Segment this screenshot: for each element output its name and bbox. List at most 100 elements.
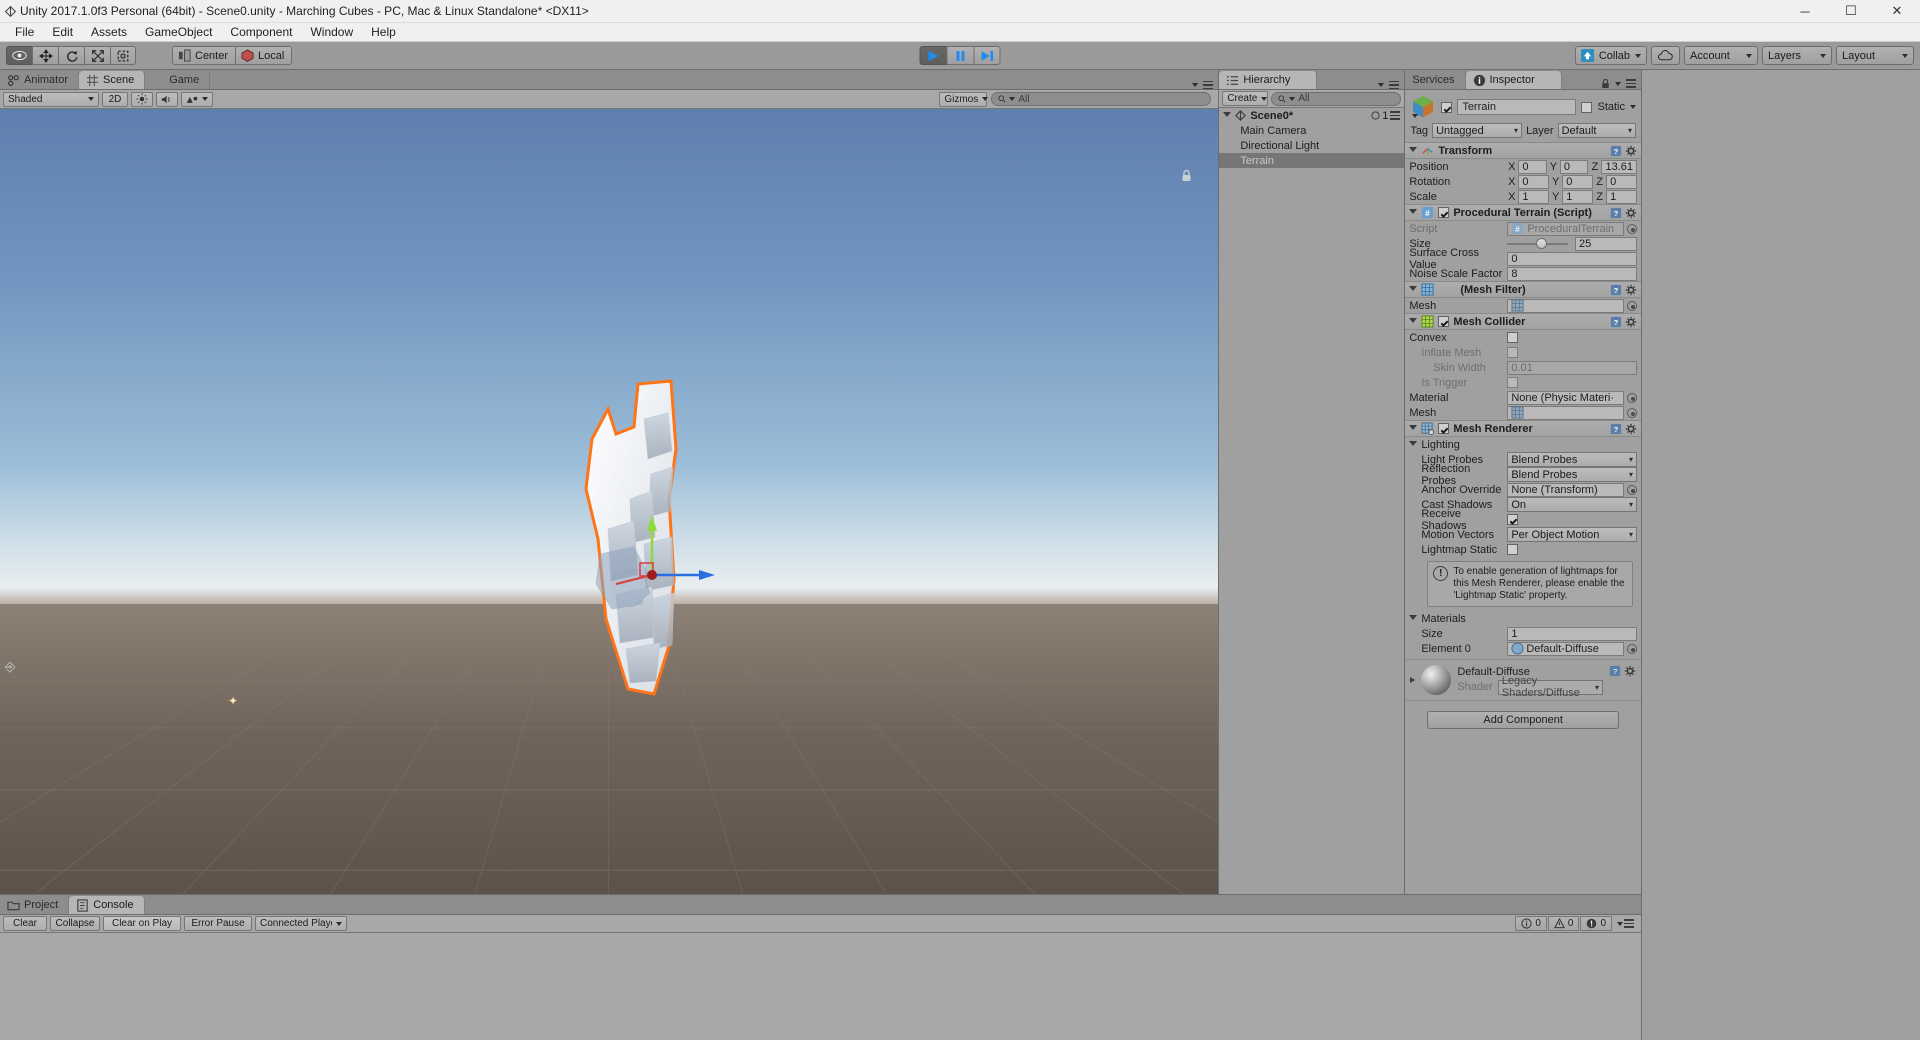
object-enabled-checkbox[interactable] [1441,101,1453,113]
scale-z-input[interactable]: 1 [1606,189,1637,204]
layout-button[interactable]: Layout [1836,46,1914,65]
menu-item-window[interactable]: Window [301,23,362,42]
scene-menu-icon[interactable] [1390,111,1401,120]
rotate-tool-button[interactable] [58,46,84,65]
info-count-badge[interactable]: 0 [1515,916,1547,931]
clear-button[interactable]: Clear [3,916,47,931]
scene-search-input[interactable]: All [991,92,1212,106]
collider-mesh-field[interactable] [1507,405,1624,420]
layer-dropdown[interactable]: Default ▾ [1557,123,1636,138]
chevron-down-icon[interactable] [1409,424,1418,433]
light-probes-dropdown[interactable]: Blend Probes ▾ [1507,452,1637,467]
chevron-down-icon[interactable] [1409,317,1418,326]
minimize-button[interactable]: ─ [1782,0,1828,23]
motion-vectors-dropdown[interactable]: Per Object Motion ▾ [1507,527,1637,542]
directional-light-gizmo[interactable]: ✦ [228,694,238,708]
chevron-right-icon[interactable] [1410,677,1416,683]
chevron-down-icon[interactable] [1409,614,1418,623]
object-picker-icon[interactable] [1627,407,1637,418]
chevron-down-icon[interactable] [1617,921,1623,926]
connected-player-dropdown[interactable]: Connected Playe [255,916,347,931]
scene-lighting-button[interactable] [131,91,153,107]
collapse-button[interactable]: Collapse [50,916,100,931]
draw-mode-dropdown[interactable]: Shaded [3,91,99,107]
menu-item-help[interactable]: Help [362,23,405,42]
chevron-down-icon[interactable] [1630,105,1636,109]
hierarchy-item-directional-light[interactable]: Directional Light [1219,138,1404,153]
hierarchy-item-main-camera[interactable]: Main Camera [1219,123,1404,138]
tab-scene[interactable]: Scene [79,71,146,89]
main-camera-gizmo[interactable]: ⎆ [5,659,15,675]
rotation-y-input[interactable]: 0 [1562,174,1594,189]
chevron-down-icon[interactable] [1409,146,1418,155]
lighting-foldout[interactable]: Lighting [1405,437,1641,452]
maximize-button[interactable]: ☐ [1828,0,1874,23]
size-input[interactable]: 25 [1575,236,1637,251]
tab-console[interactable]: Console [69,896,145,914]
lightmap-static-checkbox[interactable] [1507,544,1519,555]
move-gizmo[interactable] [610,489,740,619]
account-button[interactable]: Account [1684,46,1758,65]
menu-item-gameobject[interactable]: GameObject [136,23,221,42]
pivot-rotation-button[interactable]: Local [235,46,293,65]
menu-item-edit[interactable]: Edit [43,23,82,42]
rotation-z-input[interactable]: 0 [1606,174,1637,189]
gear-icon[interactable] [1625,423,1637,435]
layers-button[interactable]: Layers [1762,46,1832,65]
element-object-field[interactable]: Default-Diffuse [1507,641,1624,656]
pivot-mode-button[interactable]: Center [172,46,236,65]
materials-size-input[interactable]: 1 [1507,626,1637,641]
physic-material-field[interactable]: None (Physic Materi· [1507,390,1624,405]
gear-icon[interactable] [1625,284,1637,296]
chevron-down-icon[interactable] [1378,82,1385,87]
mesh-collider-enabled-checkbox[interactable] [1438,316,1450,327]
tab-inspector[interactable]: Inspector [1465,71,1562,89]
console-message-list[interactable] [0,933,1641,1040]
materials-foldout[interactable]: Materials [1405,611,1641,626]
scene-viewport[interactable]: y z ≪ Persp [0,109,1219,894]
error-pause-button[interactable]: Error Pause [184,916,252,931]
lock-icon[interactable] [1601,78,1610,89]
play-button[interactable] [919,46,947,65]
gear-icon[interactable] [1625,207,1637,219]
scale-x-input[interactable]: 1 [1518,189,1550,204]
toggle-2d-button[interactable]: 2D [102,91,128,107]
object-picker-icon[interactable] [1627,223,1637,234]
scene-fx-button[interactable] [181,91,213,107]
reflection-probes-dropdown[interactable]: Blend Probes ▾ [1507,467,1637,482]
step-button[interactable] [973,46,1001,65]
help-icon[interactable]: ? [1610,423,1622,435]
tab-game[interactable]: Game [145,71,211,89]
menu-item-file[interactable]: File [6,23,43,42]
noise-input[interactable]: 8 [1507,266,1637,281]
chevron-down-icon[interactable] [1409,440,1418,449]
collab-button[interactable]: Collab [1574,46,1647,65]
chevron-down-icon[interactable] [1409,208,1418,217]
scale-tool-button[interactable] [84,46,110,65]
hand-tool-button[interactable] [6,46,32,65]
gear-icon[interactable] [1625,145,1637,157]
script-enabled-checkbox[interactable] [1438,207,1450,218]
hierarchy-search-input[interactable]: All [1271,91,1402,106]
help-icon[interactable]: ? [1610,207,1622,219]
panel-menu-icon[interactable] [1626,79,1636,88]
position-x-input[interactable]: 0 [1518,159,1547,174]
panel-menu-icon[interactable] [1389,80,1400,89]
help-icon[interactable]: ? [1610,316,1622,328]
convex-checkbox[interactable] [1507,332,1519,343]
component-header-transform[interactable]: Transform ? [1405,142,1641,159]
size-slider[interactable] [1507,237,1568,251]
menu-item-assets[interactable]: Assets [82,23,136,42]
hierarchy-scene-row[interactable]: Scene0* 1 [1219,108,1404,123]
position-z-input[interactable]: 13.61 [1601,159,1637,174]
component-header-mesh-collider[interactable]: Mesh Collider ? [1405,313,1641,330]
hierarchy-item-terrain[interactable]: Terrain [1219,153,1405,168]
object-picker-icon[interactable] [1627,392,1637,403]
object-picker-icon[interactable] [1627,643,1637,654]
static-checkbox[interactable] [1581,101,1593,113]
component-header-mesh-filter[interactable]: (Mesh Filter) ? [1405,281,1641,298]
object-picker-icon[interactable] [1627,300,1637,311]
help-icon[interactable]: ? [1609,665,1621,677]
cloud-button[interactable] [1651,46,1680,65]
object-picker-icon[interactable] [1627,484,1637,495]
